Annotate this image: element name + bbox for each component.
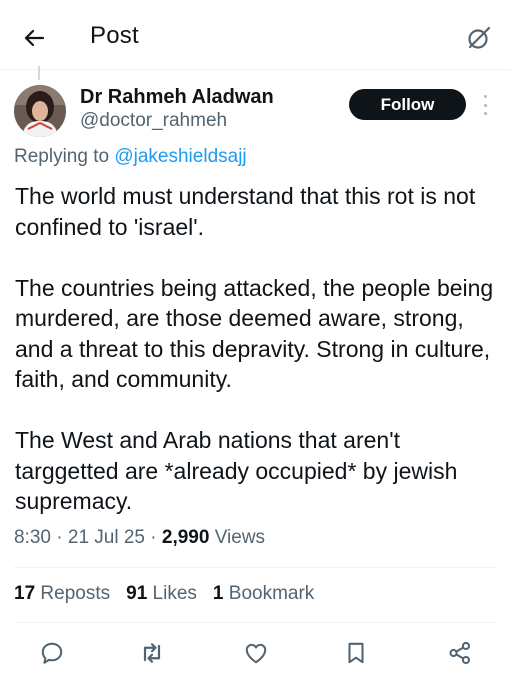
action-bar bbox=[0, 633, 511, 673]
likes-count: 91 bbox=[126, 583, 148, 604]
post-paragraph: The world must understand that this rot … bbox=[15, 183, 476, 240]
more-options-button[interactable] bbox=[477, 93, 493, 117]
reply-mention-link[interactable]: @jakeshieldsajj bbox=[114, 146, 246, 167]
grok-button[interactable] bbox=[461, 20, 497, 56]
post-date[interactable]: 21 Jul 25 bbox=[68, 527, 145, 548]
engagement-stats: 17 Reposts 91 Likes 1 Bookmark bbox=[14, 583, 314, 605]
likes-stat[interactable]: 91 Likes bbox=[126, 583, 197, 605]
more-vertical-icon bbox=[483, 95, 487, 98]
share-icon bbox=[449, 641, 471, 665]
author-name[interactable]: Dr Rahmeh Aladwan bbox=[80, 86, 274, 109]
views-label: Views bbox=[214, 527, 266, 548]
grok-icon bbox=[468, 26, 491, 49]
repost-button[interactable] bbox=[132, 633, 172, 673]
page-title: Post bbox=[90, 22, 139, 49]
meta-separator: · bbox=[50, 527, 68, 548]
post-time[interactable]: 8:30 bbox=[14, 527, 51, 548]
heart-icon bbox=[245, 643, 267, 664]
bookmarks-count: 1 bbox=[212, 583, 224, 604]
reply-button[interactable] bbox=[32, 633, 72, 673]
meta-separator: · bbox=[145, 527, 162, 548]
replying-to: Replying to @jakeshieldsajj bbox=[14, 146, 247, 168]
follow-button[interactable]: Follow bbox=[349, 89, 466, 120]
views-count: 2,990 bbox=[161, 527, 210, 548]
replying-to-label: Replying to bbox=[14, 146, 115, 167]
back-button[interactable] bbox=[16, 20, 52, 56]
reply-icon bbox=[41, 642, 63, 664]
thread-line bbox=[38, 66, 40, 80]
reposts-count: 17 bbox=[14, 583, 36, 604]
post-paragraph: The countries being attacked, the people… bbox=[15, 274, 494, 393]
top-bar: Post bbox=[0, 0, 511, 70]
divider bbox=[14, 622, 496, 623]
share-button[interactable] bbox=[440, 633, 480, 673]
bookmarks-label: Bookmark bbox=[228, 583, 315, 604]
reposts-label: Reposts bbox=[40, 583, 111, 604]
bookmark-icon bbox=[348, 642, 364, 664]
like-button[interactable] bbox=[236, 633, 276, 673]
likes-label: Likes bbox=[152, 583, 197, 604]
repost-icon bbox=[143, 643, 161, 663]
avatar[interactable] bbox=[14, 85, 66, 137]
author-handle[interactable]: @doctor_rahmeh bbox=[80, 110, 227, 132]
avatar-image bbox=[14, 85, 66, 137]
bookmarks-stat[interactable]: 1 Bookmark bbox=[213, 583, 314, 605]
divider bbox=[14, 567, 496, 568]
post-text: The world must understand that this rot … bbox=[15, 181, 500, 517]
bookmark-button[interactable] bbox=[336, 633, 376, 673]
arrow-left-icon bbox=[24, 29, 45, 47]
post-paragraph: The West and Arab nations that aren't ta… bbox=[15, 427, 458, 514]
post-meta: 8:30 · 21 Jul 25 · 2,990 Views bbox=[14, 527, 265, 549]
reposts-stat[interactable]: 17 Reposts bbox=[14, 583, 110, 605]
